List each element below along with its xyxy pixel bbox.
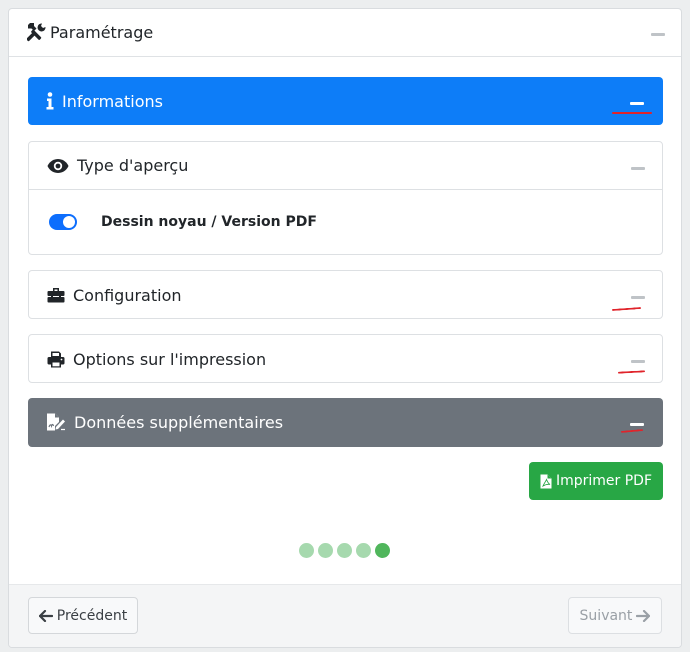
options-impression-card: Options sur l'impression	[28, 334, 663, 383]
settings-panel: Paramétrage Informations Type d'aperçu D…	[8, 8, 682, 648]
next-button[interactable]: Suivant	[568, 597, 662, 634]
file-pdf-icon	[540, 474, 552, 488]
configuration-card-title: Configuration	[73, 285, 182, 305]
wizard-footer: Précédent Suivant	[9, 584, 681, 647]
toolbox-icon	[47, 288, 65, 303]
informations-card-header[interactable]: Informations	[28, 77, 663, 125]
type-apercu-card-title: Type d'aperçu	[77, 156, 189, 175]
print-pdf-label: Imprimer PDF	[555, 473, 653, 489]
panel-header: Paramétrage	[9, 9, 681, 57]
step-dot-3[interactable]	[337, 543, 352, 558]
eye-icon	[47, 158, 69, 173]
step-indicator	[299, 543, 394, 558]
arrow-left-icon	[38, 609, 53, 622]
previous-button-label: Précédent	[56, 607, 128, 624]
panel-title: Paramétrage	[27, 22, 153, 42]
options-impression-card-title: Options sur l'impression	[73, 349, 267, 369]
type-apercu-card-header[interactable]: Type d'aperçu	[29, 142, 662, 190]
pdf-version-toggle-label: Dessin noyau / Version PDF	[101, 214, 317, 230]
printer-icon	[47, 351, 65, 367]
info-icon	[46, 92, 54, 110]
step-dot-5-active[interactable]	[375, 543, 390, 558]
informations-card-title: Informations	[62, 91, 163, 111]
options-impression-card-header[interactable]: Options sur l'impression	[29, 335, 662, 382]
type-apercu-card-body: Dessin noyau / Version PDF	[29, 190, 662, 254]
tools-icon	[27, 23, 46, 42]
file-signature-icon	[47, 413, 65, 431]
step-dot-2[interactable]	[318, 543, 333, 558]
panel-collapse-button[interactable]	[651, 33, 665, 36]
configuration-card-header[interactable]: Configuration	[29, 271, 662, 318]
panel-title-text: Paramétrage	[50, 22, 154, 42]
configuration-card: Configuration	[28, 270, 663, 319]
options-impression-collapse-button[interactable]	[631, 360, 645, 363]
next-button-label: Suivant	[579, 607, 633, 624]
print-pdf-button[interactable]: Imprimer PDF	[529, 462, 663, 500]
step-dot-4[interactable]	[356, 543, 371, 558]
donnees-supplementaires-card-title: Données supplémentaires	[74, 412, 284, 432]
donnees-supplementaires-collapse-button[interactable]	[630, 423, 644, 426]
toggle-knob	[63, 216, 75, 228]
previous-button[interactable]: Précédent	[28, 597, 138, 634]
configuration-collapse-button[interactable]	[631, 296, 645, 299]
donnees-supplementaires-card: Données supplémentaires	[28, 398, 663, 447]
pdf-version-toggle[interactable]	[49, 214, 77, 230]
informations-collapse-button[interactable]	[630, 102, 644, 105]
type-apercu-collapse-button[interactable]	[631, 167, 645, 170]
informations-card: Informations	[28, 77, 663, 125]
type-apercu-card: Type d'aperçu Dessin noyau / Version PDF	[28, 141, 663, 255]
step-dot-1[interactable]	[299, 543, 314, 558]
arrow-right-icon	[636, 609, 651, 622]
donnees-supplementaires-card-header[interactable]: Données supplémentaires	[28, 398, 663, 446]
annotation-underline	[612, 112, 652, 114]
